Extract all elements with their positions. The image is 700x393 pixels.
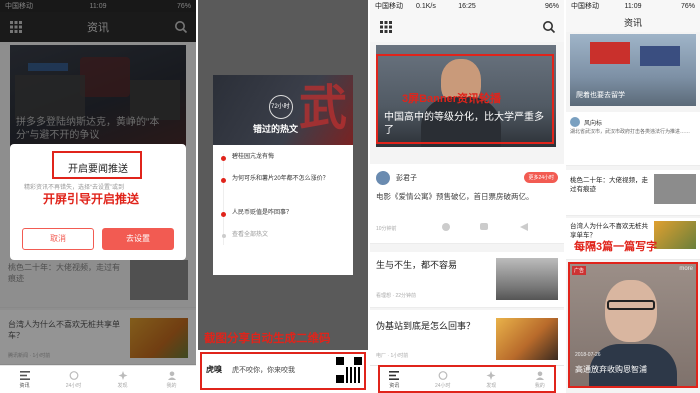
annotation-text: 开屏引导开启推送 xyxy=(43,192,140,206)
list-item-title: 生与不生，都不容易 xyxy=(376,260,458,270)
tab-news[interactable]: 资讯 xyxy=(0,366,49,393)
app-header xyxy=(370,12,564,42)
avatar xyxy=(570,117,580,127)
top-card-caption: 爬着也要去留学 xyxy=(576,92,625,99)
tab-24h[interactable]: 24小时 xyxy=(49,366,98,393)
see-all-label: 查看全部热文 xyxy=(232,232,269,238)
list-item[interactable]: 伪基站到底是怎么回事？ 电厂 · 1小时前 xyxy=(370,310,564,366)
list-item-title: 人民币贬值是咋回事？ xyxy=(232,210,293,216)
see-all-link[interactable]: 查看全部热文 xyxy=(221,231,347,245)
annotation-text: 3屏Banner资讯轮播 xyxy=(402,93,502,105)
list-item-thumbnail xyxy=(496,318,558,360)
share-card: 武 72小时 错过的热文 碧桂园亢龙有悔 为何可乐和薯片20年都不怎么涨价？ 人… xyxy=(213,75,353,275)
bullet-dot xyxy=(221,212,226,217)
composite-screenshot: 中国移动 11:09 76% 资讯 拼多多登陆纳斯达克，黄峥的“本分”与避不开的… xyxy=(0,0,700,393)
highlight-box xyxy=(378,365,556,393)
tab-discover[interactable]: 发现 xyxy=(98,366,147,393)
banner-title: 错过的热文 xyxy=(253,124,299,134)
list-item-thumbnail xyxy=(654,221,696,249)
tab-label: 我的 xyxy=(166,382,177,389)
status-bar: 中国移动 0.1K/s 16:25 96% xyxy=(370,0,564,12)
tab-me[interactable]: 我的 xyxy=(147,366,196,393)
clock: 11:09 xyxy=(624,2,642,10)
cancel-button[interactable]: 取消 xyxy=(22,228,94,250)
highlight-box xyxy=(52,151,142,179)
share-banner: 武 72小时 错过的热文 xyxy=(213,75,353,145)
clock-icon xyxy=(69,370,79,380)
list-item-title: 桃色二十年：大佬视频，走过有痕迹 xyxy=(570,177,648,193)
status-bar: 中国移动 11:09 76% xyxy=(566,0,700,12)
list-item-title: 伪基站到底是怎么回事？ xyxy=(376,321,476,331)
comment-icon[interactable] xyxy=(480,223,488,230)
list-item-title: 碧桂园亢龙有悔 xyxy=(232,154,275,160)
tab-label: 24小时 xyxy=(65,382,82,389)
panel-feed-ad: 中国移动 11:09 76% 资讯 爬着也要去留学 风向标 湖北省武汉市，武汉市… xyxy=(566,0,700,393)
highlight-box xyxy=(200,352,366,390)
post-card[interactable]: 彭君子 更多24小时 电影《爱情公寓》预售破亿，首日票房破两亿。 10分钟前 xyxy=(370,164,564,244)
list-item-thumbnail xyxy=(654,174,696,204)
list-item-source: 电厂 · 1小时前 xyxy=(376,353,409,359)
panel-banner: 中国移动 0.1K/s 16:25 96% 中国高中的等级分化，比大学严重多了 … xyxy=(370,0,564,393)
bullet-dot xyxy=(221,156,226,161)
page-title: 资讯 xyxy=(623,17,642,28)
like-icon[interactable] xyxy=(442,223,450,231)
list-item[interactable]: 碧桂园亢龙有悔 xyxy=(221,153,347,175)
share-item-list: 碧桂园亢龙有悔 为何可乐和薯片20年都不怎么涨价？ 人民币贬值是咋回事？ 查看全… xyxy=(221,153,347,245)
user-icon xyxy=(167,371,177,380)
share-icon[interactable] xyxy=(520,223,528,231)
calligraphy-decoration: 武 xyxy=(299,80,348,136)
grid-menu-icon[interactable] xyxy=(380,21,392,33)
tab-label: 发现 xyxy=(117,382,128,389)
bottom-tab-bar: 资讯 24小时 发现 我的 xyxy=(0,365,196,393)
post-text: 湖北省武汉市，武汉市政府打击各类违法行为推进…… xyxy=(570,129,691,135)
more-badge[interactable]: 更多24小时 xyxy=(524,172,558,183)
post-meta: 10分钟前 xyxy=(376,226,397,232)
list-item[interactable]: 为何可乐和薯片20年都不怎么涨价？ xyxy=(221,175,347,209)
list-item-meta: 电厂 · 1小时前 xyxy=(376,352,486,359)
annotation-text: 每隔3篇一篇写字 xyxy=(574,241,658,253)
list-item[interactable]: 生与不生，都不容易 看理想 · 22分钟前 xyxy=(370,252,564,308)
search-icon[interactable] xyxy=(542,20,556,34)
annotation-text: 截图分享自动生成二维码 xyxy=(204,333,331,345)
flag-decoration xyxy=(590,42,630,64)
bullet-dot xyxy=(221,234,226,238)
top-card-image[interactable]: 爬着也要去留学 xyxy=(570,34,696,106)
post-text: 电影《爱情公寓》预售破亿，首日票房破两亿。 xyxy=(376,192,534,201)
tab-label: 资讯 xyxy=(19,382,30,389)
compass-icon xyxy=(118,370,128,380)
panel-push-guide: 中国移动 11:09 76% 资讯 拼多多登陆纳斯达克，黄峥的“本分”与避不开的… xyxy=(0,0,196,393)
post-card[interactable]: 风向标 湖北省武汉市，武汉市政府打击各类违法行为推进…… xyxy=(566,112,700,166)
app-header: 资讯 xyxy=(566,12,700,32)
bullet-dot xyxy=(221,178,226,183)
news-icon xyxy=(19,370,30,380)
avatar xyxy=(376,171,390,185)
badge-text: 72小时 xyxy=(271,104,290,110)
author-name: 风向标 xyxy=(584,121,603,127)
highlight-box xyxy=(568,262,698,388)
panel-share: 武 72小时 错过的热文 碧桂园亢龙有悔 为何可乐和薯片20年都不怎么涨价？ 人… xyxy=(198,0,368,393)
settings-button[interactable]: 去设置 xyxy=(102,228,174,250)
list-item-meta: 看理想 · 22分钟前 xyxy=(376,292,486,299)
list-item-source: 看理想 · 22分钟前 xyxy=(376,293,417,299)
list-item-thumbnail xyxy=(496,258,558,300)
clock: 16:25 xyxy=(458,2,476,10)
author-name: 彭君子 xyxy=(396,175,417,182)
list-item-title: 为何可乐和薯片20年都不怎么涨价？ xyxy=(232,176,329,182)
list-item[interactable]: 桃色二十年：大佬视频，走过有痕迹 xyxy=(566,170,700,216)
list-item[interactable]: 人民币贬值是咋回事？ xyxy=(221,209,347,231)
